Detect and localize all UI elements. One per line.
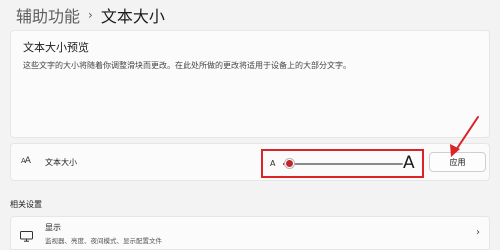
display-subtitle: 监视器、亮度、夜间模式、显示配置文件 [45, 237, 162, 245]
text-size-slider[interactable] [283, 159, 403, 168]
slider-min-label: A [270, 159, 276, 168]
page-title: 文本大小 [100, 7, 165, 26]
text-size-label: 文本大小 [45, 158, 77, 167]
slider-max-label: A [403, 153, 415, 173]
preview-title: 文本大小预览 [23, 41, 89, 54]
display-title: 显示 [45, 223, 61, 232]
breadcrumb: 辅助功能 › 文本大小 [16, 4, 165, 26]
text-size-row: AA 文本大小 A A 应用 [10, 143, 490, 181]
monitor-icon [20, 227, 33, 246]
related-settings-header: 相关设置 [10, 200, 42, 209]
preview-text: 这些文字的大小将随着你调整滑块而更改。在此处所做的更改将适用于设备上的大部分文字… [23, 61, 351, 70]
breadcrumb-separator: › [88, 8, 93, 22]
slider-thumb[interactable] [285, 159, 294, 168]
text-size-icon: AA [21, 156, 31, 166]
display-settings-link[interactable]: 显示 监视器、亮度、夜间模式、显示配置文件 › [10, 216, 490, 250]
breadcrumb-parent-link[interactable]: 辅助功能 [16, 3, 80, 27]
chevron-right-icon: › [476, 227, 480, 238]
apply-button[interactable]: 应用 [429, 152, 486, 172]
text-size-preview-card: 文本大小预览 这些文字的大小将随着你调整滑块而更改。在此处所做的更改将适用于设备… [10, 30, 490, 138]
text-size-slider-highlight: A A [261, 149, 424, 178]
